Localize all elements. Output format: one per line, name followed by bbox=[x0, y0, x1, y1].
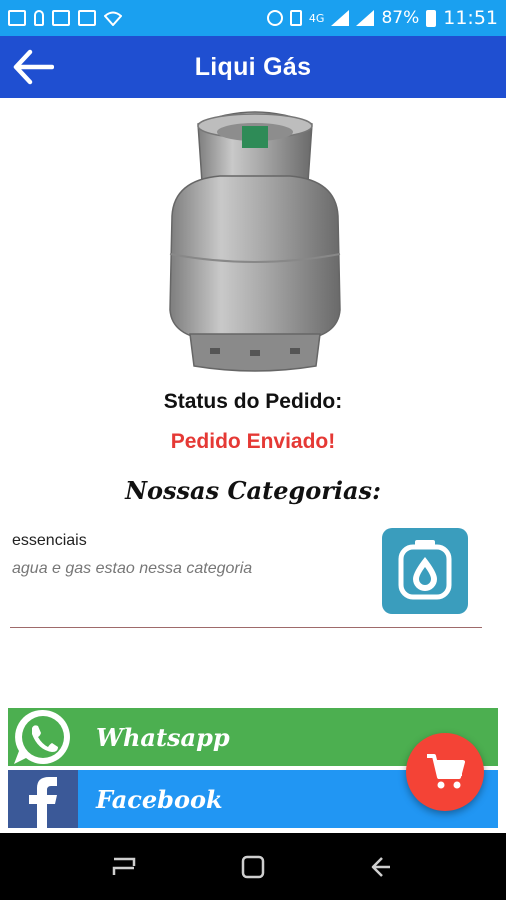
app-bar: Liqui Gás bbox=[0, 36, 506, 98]
recents-button[interactable] bbox=[104, 847, 144, 887]
order-status-value: Pedido Enviado! bbox=[170, 430, 336, 453]
category-item[interactable]: essenciais agua e gas estao nessa catego… bbox=[0, 520, 506, 628]
signal-icon bbox=[331, 10, 350, 26]
category-icon-button[interactable] bbox=[382, 528, 468, 614]
whatsapp-icon bbox=[14, 709, 70, 764]
order-status-label: Status do Pedido: bbox=[163, 390, 343, 413]
vibrate-icon bbox=[289, 10, 302, 26]
divider bbox=[10, 627, 482, 628]
gas-drop-icon bbox=[398, 540, 452, 600]
back-button[interactable] bbox=[10, 44, 56, 90]
network-type: 4G bbox=[308, 11, 325, 25]
battery-percent: 87% bbox=[381, 8, 420, 28]
home-button[interactable] bbox=[233, 847, 273, 887]
back-nav-button[interactable] bbox=[362, 847, 402, 887]
wifi-icon bbox=[104, 11, 122, 26]
alarm-icon bbox=[266, 10, 283, 26]
recents-icon bbox=[113, 857, 136, 875]
gas-cylinder-image bbox=[169, 111, 341, 372]
category-name: essenciais bbox=[12, 532, 87, 549]
battery-icon bbox=[426, 9, 437, 27]
facebook-logo bbox=[8, 770, 78, 828]
home-icon bbox=[241, 855, 265, 878]
system-icons: 4G 87% 11:51 bbox=[266, 7, 498, 29]
back-nav-icon bbox=[371, 856, 390, 877]
facebook-icon bbox=[29, 777, 57, 828]
signal-icon-2 bbox=[356, 10, 375, 26]
status-bar: 4G 87% 11:51 bbox=[0, 0, 506, 36]
cart-fab-button[interactable] bbox=[406, 733, 484, 811]
person-icon bbox=[34, 10, 44, 26]
category-description: agua e gas estao nessa categoria bbox=[12, 560, 253, 577]
image-icon bbox=[78, 10, 96, 26]
whatsapp-logo bbox=[8, 708, 78, 766]
clock: 11:51 bbox=[443, 7, 498, 29]
app-title: Liqui Gás bbox=[194, 52, 312, 81]
notification-icons bbox=[8, 10, 122, 26]
mail-icon bbox=[8, 10, 26, 26]
shopping-cart-icon bbox=[427, 754, 465, 789]
categories-heading: Nossas Categorias: bbox=[125, 476, 381, 505]
navigation-bar bbox=[0, 833, 506, 900]
card-icon bbox=[52, 10, 70, 26]
app-screen: 4G 87% 11:51 Liqui Gás Status do Pedido:… bbox=[0, 0, 506, 900]
facebook-label: Facebook bbox=[96, 784, 223, 814]
arrow-left-icon bbox=[13, 49, 54, 85]
whatsapp-label: Whatsapp bbox=[96, 722, 230, 752]
